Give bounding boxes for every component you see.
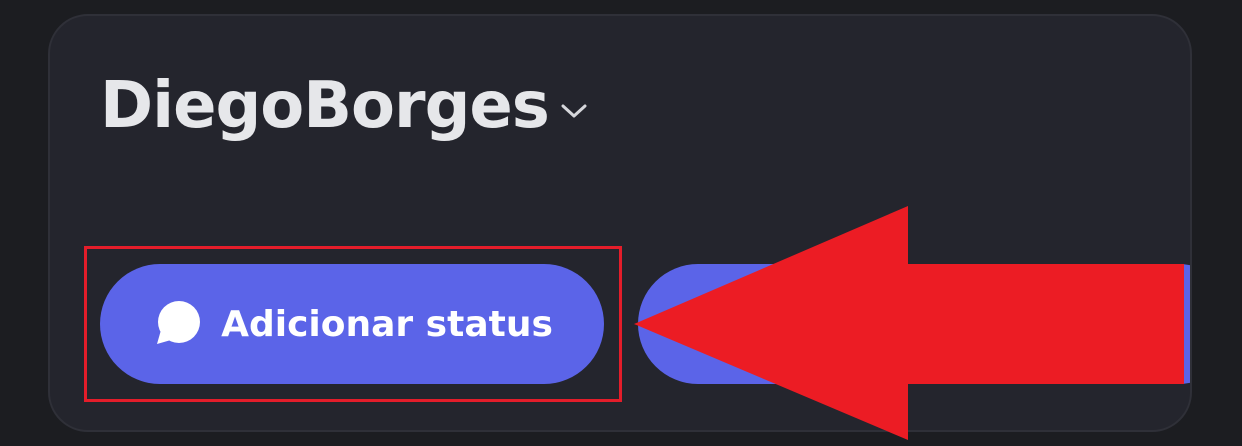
username-switcher[interactable]: DiegoBorges	[100, 74, 587, 138]
annotation-highlight-box	[84, 246, 622, 402]
secondary-action-button[interactable]	[638, 264, 1190, 384]
chevron-down-icon[interactable]	[561, 103, 587, 119]
username[interactable]: DiegoBorges	[100, 74, 550, 138]
